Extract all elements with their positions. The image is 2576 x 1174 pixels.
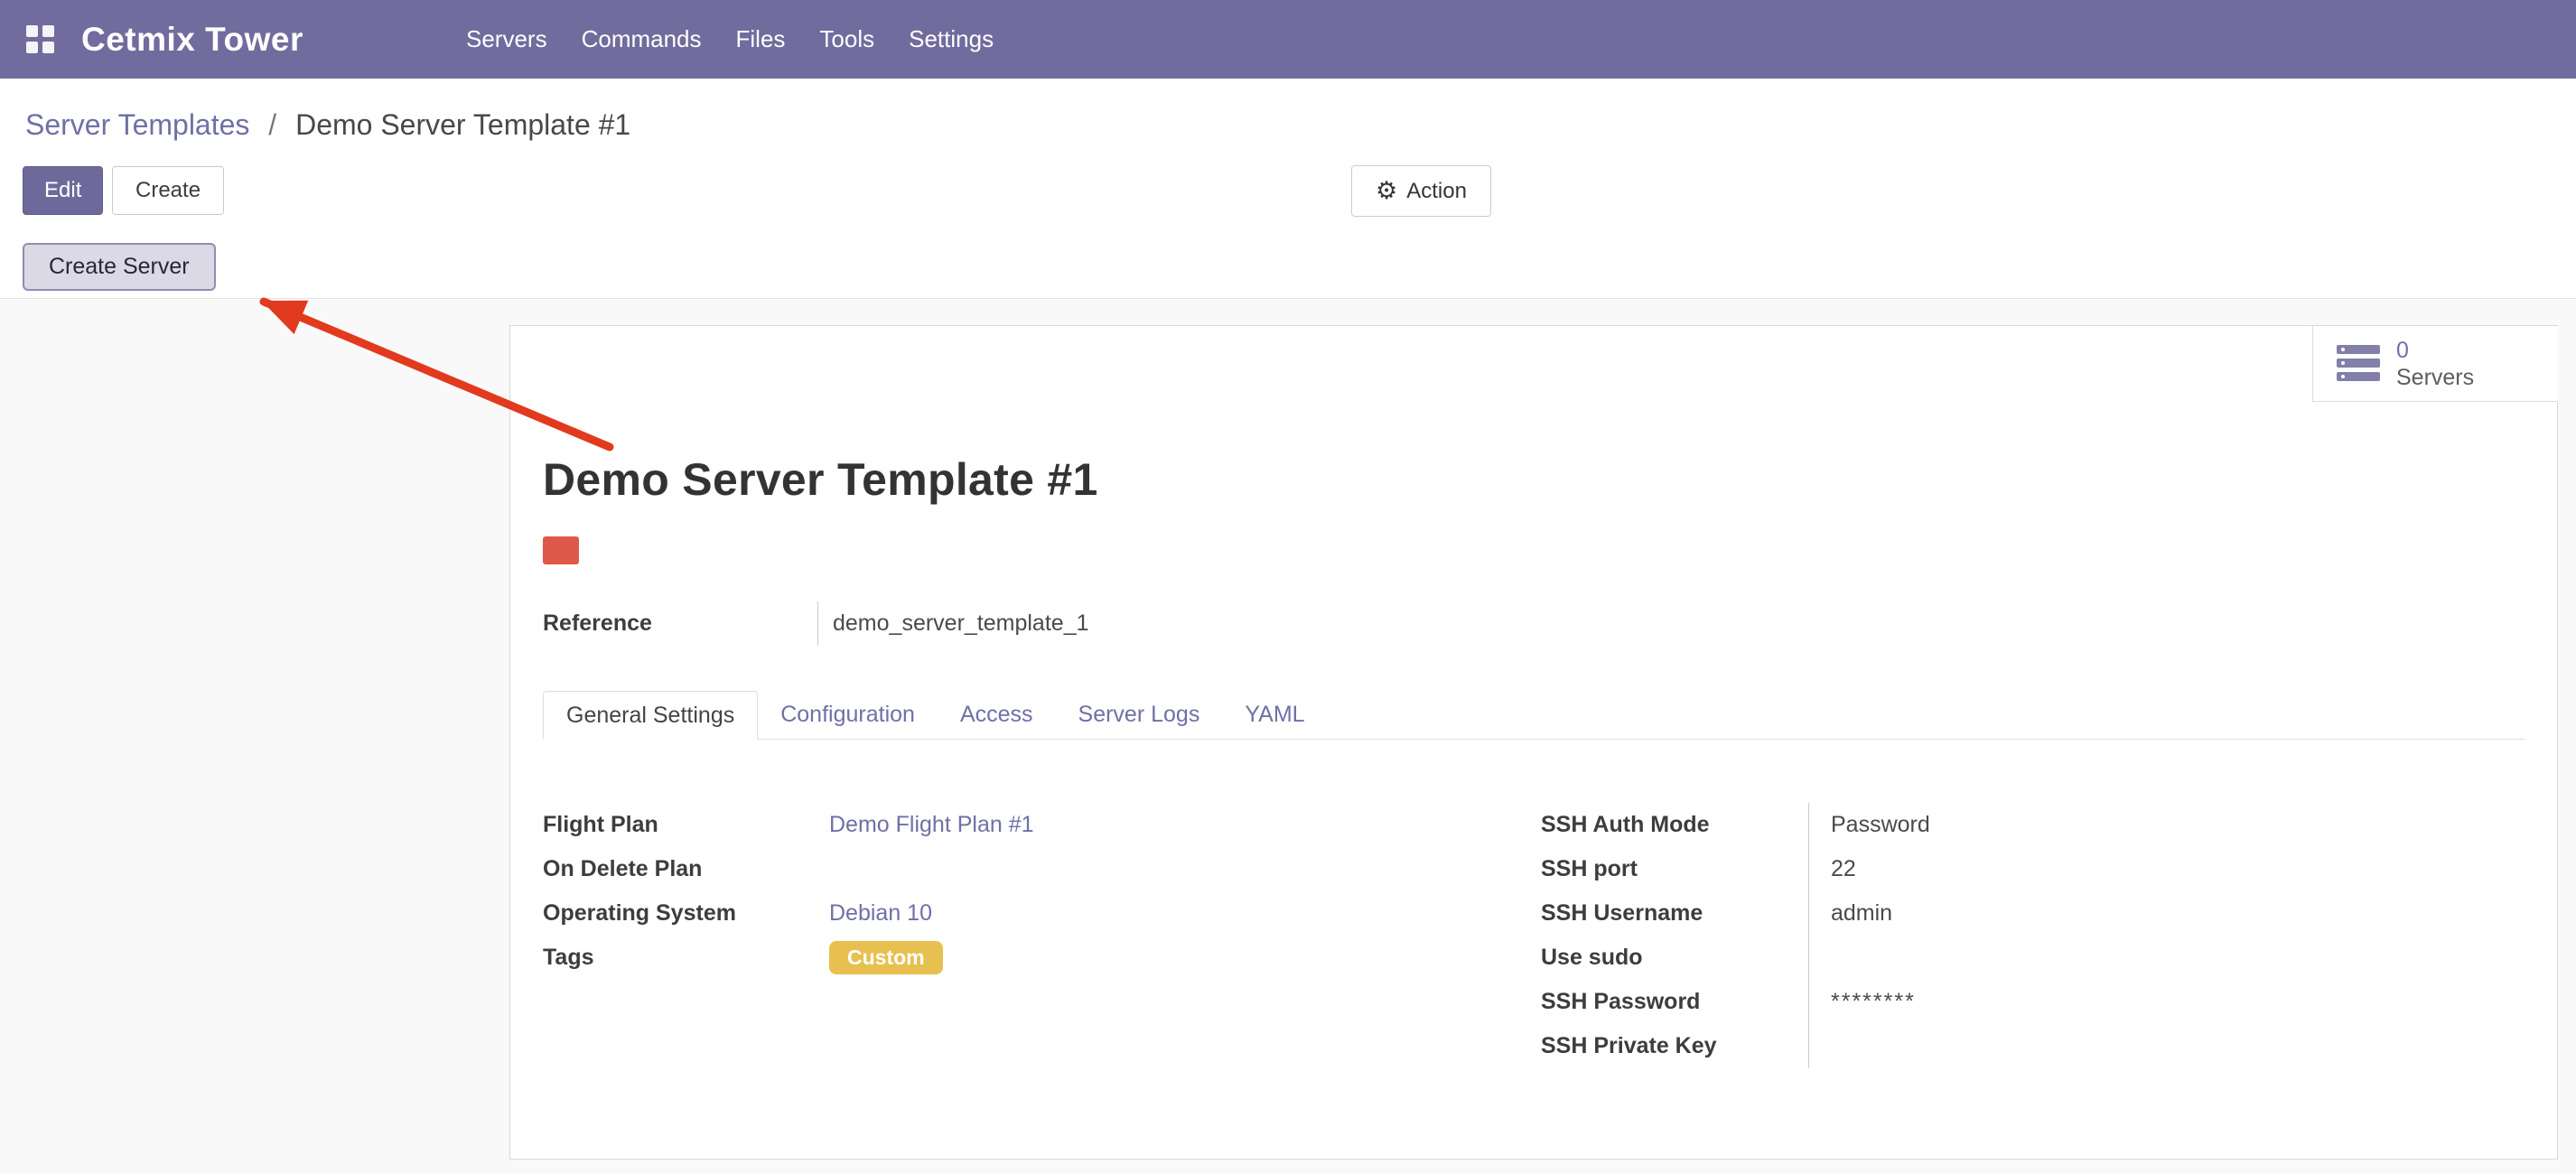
field-value-ssh-username: admin: [1831, 891, 2525, 936]
apps-grid-icon[interactable]: [26, 25, 54, 53]
notebook-tabs: General Settings Configuration Access Se…: [543, 691, 2525, 740]
reference-value: demo_server_template_1: [817, 601, 1089, 645]
reference-label: Reference: [543, 601, 817, 645]
field-groups: Flight Plan On Delete Plan Operating Sys…: [543, 803, 2525, 1068]
field-value-ssh-port: 22: [1831, 847, 2525, 891]
tab-general-settings[interactable]: General Settings: [543, 691, 758, 740]
edit-button[interactable]: Edit: [23, 166, 103, 215]
form-sheet: 0 Servers Demo Server Template #1 Refere…: [509, 325, 2558, 1160]
field-label-ssh-port: SSH port: [1541, 847, 1808, 891]
field-label-ssh-private-key: SSH Private Key: [1541, 1024, 1808, 1068]
tag-badge: Custom: [829, 941, 943, 974]
stat-count: 0: [2396, 337, 2474, 364]
field-value-use-sudo: [1831, 936, 2525, 980]
nav-item-servers[interactable]: Servers: [449, 0, 565, 79]
nav-item-commands[interactable]: Commands: [565, 0, 719, 79]
color-swatch: [543, 536, 579, 564]
app-brand[interactable]: Cetmix Tower: [81, 21, 303, 59]
record-title: Demo Server Template #1: [543, 452, 1098, 507]
breadcrumb-current: Demo Server Template #1: [295, 108, 630, 141]
tab-configuration[interactable]: Configuration: [758, 691, 938, 739]
field-value-operating-system[interactable]: Debian 10: [829, 900, 932, 926]
nav-item-settings[interactable]: Settings: [891, 0, 1011, 79]
field-label-ssh-username: SSH Username: [1541, 891, 1808, 936]
field-value-ssh-password: ********: [1831, 980, 2525, 1024]
field-group-left: Flight Plan On Delete Plan Operating Sys…: [543, 803, 1541, 1068]
server-stack-icon: [2337, 345, 2380, 383]
create-button[interactable]: Create: [112, 166, 224, 215]
field-value-ssh-auth-mode: Password: [1831, 803, 2525, 847]
create-server-button[interactable]: Create Server: [23, 243, 216, 291]
nav-item-files[interactable]: Files: [719, 0, 803, 79]
tab-server-logs[interactable]: Server Logs: [1056, 691, 1223, 739]
field-label-use-sudo: Use sudo: [1541, 936, 1808, 980]
content-area: 0 Servers Demo Server Template #1 Refere…: [0, 300, 2576, 1174]
breadcrumb-parent-link[interactable]: Server Templates: [25, 108, 249, 141]
tab-yaml[interactable]: YAML: [1222, 691, 1327, 739]
action-button[interactable]: ⚙ Action: [1351, 165, 1491, 217]
field-group-right: SSH Auth Mode SSH port SSH Username Use …: [1541, 803, 2525, 1068]
breadcrumb-separator: /: [268, 108, 276, 141]
tab-access[interactable]: Access: [938, 691, 1056, 739]
field-label-tags: Tags: [543, 936, 829, 980]
field-value-on-delete-plan: [829, 847, 1541, 891]
main-menu: Servers Commands Files Tools Settings: [449, 0, 1011, 79]
control-panel: Server Templates / Demo Server Template …: [0, 79, 2576, 299]
gear-icon: ⚙: [1376, 179, 1397, 203]
field-label-ssh-password: SSH Password: [1541, 980, 1808, 1024]
action-button-label: Action: [1406, 179, 1467, 204]
field-label-on-delete-plan: On Delete Plan: [543, 847, 829, 891]
field-label-operating-system: Operating System: [543, 891, 829, 936]
nav-item-tools[interactable]: Tools: [802, 0, 891, 79]
reference-row: Reference demo_server_template_1: [543, 601, 1089, 645]
top-navbar: Cetmix Tower Servers Commands Files Tool…: [0, 0, 2576, 79]
field-label-ssh-auth-mode: SSH Auth Mode: [1541, 803, 1808, 847]
stat-label: Servers: [2396, 364, 2474, 391]
field-value-ssh-private-key: [1831, 1024, 2525, 1068]
field-value-flight-plan[interactable]: Demo Flight Plan #1: [829, 812, 1034, 837]
servers-stat-button[interactable]: 0 Servers: [2312, 326, 2558, 402]
breadcrumb: Server Templates / Demo Server Template …: [25, 105, 630, 144]
field-label-flight-plan: Flight Plan: [543, 803, 829, 847]
